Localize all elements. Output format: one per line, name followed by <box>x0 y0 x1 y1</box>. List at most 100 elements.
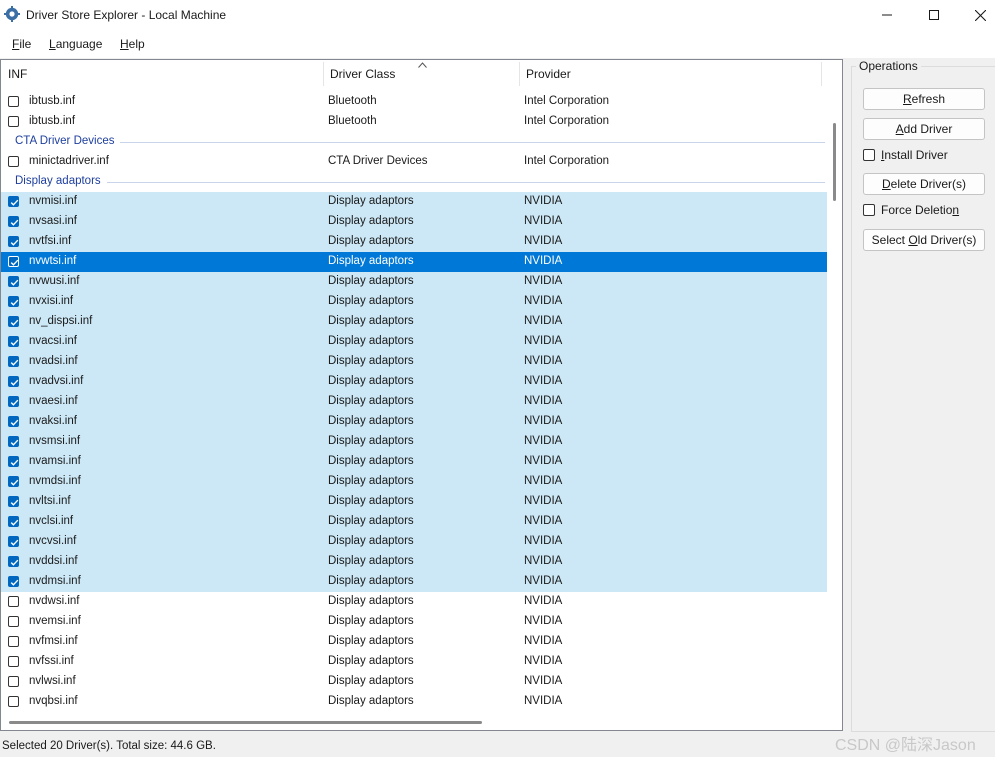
table-row[interactable]: nvamsi.inf Display adaptors NVIDIA <box>1 452 827 472</box>
table-row[interactable]: nvemsi.inf Display adaptors NVIDIA <box>1 612 827 632</box>
table-row[interactable]: minictadriver.inf CTA Driver Devices Intel… <box>1 152 827 172</box>
row-checkbox[interactable] <box>8 436 19 447</box>
row-checkbox[interactable] <box>8 676 19 687</box>
row-checkbox[interactable] <box>8 496 19 507</box>
table-row[interactable]: ibtusb.inf Bluetooth Intel Corporation <box>1 112 827 132</box>
row-checkbox[interactable] <box>8 416 19 427</box>
table-row[interactable]: nvxisi.inf Display adaptors NVIDIA <box>1 292 827 312</box>
table-row[interactable]: ibtusb.inf Bluetooth Intel Corporation <box>1 92 827 112</box>
row-checkbox[interactable] <box>8 336 19 347</box>
row-checkbox[interactable] <box>8 516 19 527</box>
close-button[interactable] <box>957 0 995 30</box>
row-checkbox[interactable] <box>8 396 19 407</box>
row-checkbox[interactable] <box>8 236 19 247</box>
add-driver-button[interactable]: Add Driver <box>863 118 985 140</box>
row-checkbox[interactable] <box>8 596 19 607</box>
row-checkbox[interactable] <box>8 616 19 627</box>
table-row[interactable]: nvdmsi.inf Display adaptors NVIDIA <box>1 572 827 592</box>
menu-language[interactable]: Language <box>49 37 102 51</box>
row-class-cell: Display adaptors <box>328 495 414 507</box>
menu-file[interactable]: File <box>12 37 31 51</box>
row-checkbox[interactable] <box>8 296 19 307</box>
row-checkbox[interactable] <box>8 556 19 567</box>
menu-help[interactable]: Help <box>120 37 145 51</box>
checkmark-icon <box>10 299 19 306</box>
row-checkbox[interactable] <box>8 656 19 667</box>
checkmark-icon <box>10 219 19 226</box>
table-row[interactable]: nvaksi.inf Display adaptors NVIDIA <box>1 412 827 432</box>
table-row[interactable]: nvtfsi.inf Display adaptors NVIDIA <box>1 232 827 252</box>
table-row[interactable]: nvlwsi.inf Display adaptors NVIDIA <box>1 672 827 692</box>
row-checkbox[interactable] <box>8 116 19 127</box>
install-driver-box[interactable] <box>863 149 875 161</box>
minimize-button[interactable] <box>864 0 910 30</box>
row-inf-cell: nvaesi.inf <box>29 395 78 407</box>
row-provider-cell: NVIDIA <box>524 355 563 367</box>
delete-drivers-button[interactable]: Delete Driver(s) <box>863 173 985 195</box>
row-checkbox[interactable] <box>8 696 19 707</box>
column-separator[interactable] <box>821 62 822 86</box>
row-checkbox[interactable] <box>8 456 19 467</box>
row-class-cell: Display adaptors <box>328 255 414 267</box>
table-row[interactable]: nv_dispsi.inf Display adaptors NVIDIA <box>1 312 827 332</box>
table-row[interactable]: nvwtsi.inf Display adaptors NVIDIA <box>1 252 827 272</box>
row-provider-cell: Intel Corporation <box>524 115 610 127</box>
row-class-cell: Display adaptors <box>328 675 414 687</box>
group-header[interactable]: Display adaptors <box>1 172 827 192</box>
row-checkbox[interactable] <box>8 536 19 547</box>
checkmark-icon <box>10 459 19 466</box>
row-provider-cell: NVIDIA <box>524 555 563 567</box>
driver-list[interactable]: INF Driver Class Provider ibtusb.inf Blue… <box>0 59 843 731</box>
row-class-cell: Display adaptors <box>328 355 414 367</box>
row-checkbox[interactable] <box>8 216 19 227</box>
checkmark-icon <box>10 519 19 526</box>
vertical-scrollbar[interactable] <box>827 88 842 716</box>
row-inf-cell: nvqbsi.inf <box>29 695 78 707</box>
row-checkbox[interactable] <box>8 636 19 647</box>
horizontal-scroll-thumb[interactable] <box>9 721 482 724</box>
force-deletion-box[interactable] <box>863 204 875 216</box>
row-inf-cell: nvddsi.inf <box>29 555 78 567</box>
table-row[interactable]: nvcvsi.inf Display adaptors NVIDIA <box>1 532 827 552</box>
row-inf-cell: nvemsi.inf <box>29 615 81 627</box>
row-checkbox[interactable] <box>8 376 19 387</box>
row-provider-cell: Intel Corporation <box>524 155 610 167</box>
table-row[interactable]: nvqbsi.inf Display adaptors NVIDIA <box>1 692 827 712</box>
refresh-button[interactable]: Refresh <box>863 88 985 110</box>
table-row[interactable]: nvclsi.inf Display adaptors NVIDIA <box>1 512 827 532</box>
table-row[interactable]: nvfssi.inf Display adaptors NVIDIA <box>1 652 827 672</box>
maximize-button[interactable] <box>911 0 957 30</box>
select-old-drivers-button[interactable]: Select Old Driver(s) <box>863 229 985 251</box>
horizontal-scrollbar[interactable] <box>1 716 842 730</box>
table-row[interactable]: nvacsi.inf Display adaptors NVIDIA <box>1 332 827 352</box>
row-checkbox[interactable] <box>8 156 19 167</box>
table-row[interactable]: nvddsi.inf Display adaptors NVIDIA <box>1 552 827 572</box>
table-row[interactable]: nvwusi.inf Display adaptors NVIDIA <box>1 272 827 292</box>
table-row[interactable]: nvsmsi.inf Display adaptors NVIDIA <box>1 432 827 452</box>
row-checkbox[interactable] <box>8 96 19 107</box>
row-checkbox[interactable] <box>8 196 19 207</box>
table-row[interactable]: nvmdsi.inf Display adaptors NVIDIA <box>1 472 827 492</box>
table-row[interactable]: nvadvsi.inf Display adaptors NVIDIA <box>1 372 827 392</box>
table-row[interactable]: nvdwsi.inf Display adaptors NVIDIA <box>1 592 827 612</box>
row-provider-cell: NVIDIA <box>524 315 563 327</box>
column-header-inf[interactable]: INF <box>1 60 323 88</box>
table-row[interactable]: nvsasi.inf Display adaptors NVIDIA <box>1 212 827 232</box>
column-header-provider[interactable]: Provider <box>519 60 821 88</box>
table-row[interactable]: nvltsi.inf Display adaptors NVIDIA <box>1 492 827 512</box>
row-checkbox[interactable] <box>8 276 19 287</box>
group-header[interactable]: CTA Driver Devices <box>1 132 827 152</box>
row-checkbox[interactable] <box>8 356 19 367</box>
table-row[interactable]: nvadsi.inf Display adaptors NVIDIA <box>1 352 827 372</box>
row-inf-cell: nvcvsi.inf <box>29 535 77 547</box>
table-row[interactable]: nvmisi.inf Display adaptors NVIDIA <box>1 192 827 212</box>
row-checkbox[interactable] <box>8 476 19 487</box>
vertical-scroll-thumb[interactable] <box>833 123 836 201</box>
row-checkbox[interactable] <box>8 256 19 267</box>
row-inf-cell: nvclsi.inf <box>29 515 74 527</box>
table-row[interactable]: nvaesi.inf Display adaptors NVIDIA <box>1 392 827 412</box>
table-row[interactable]: nvfmsi.inf Display adaptors NVIDIA <box>1 632 827 652</box>
row-inf-cell: nvfmsi.inf <box>29 635 78 647</box>
row-checkbox[interactable] <box>8 576 19 587</box>
row-checkbox[interactable] <box>8 316 19 327</box>
